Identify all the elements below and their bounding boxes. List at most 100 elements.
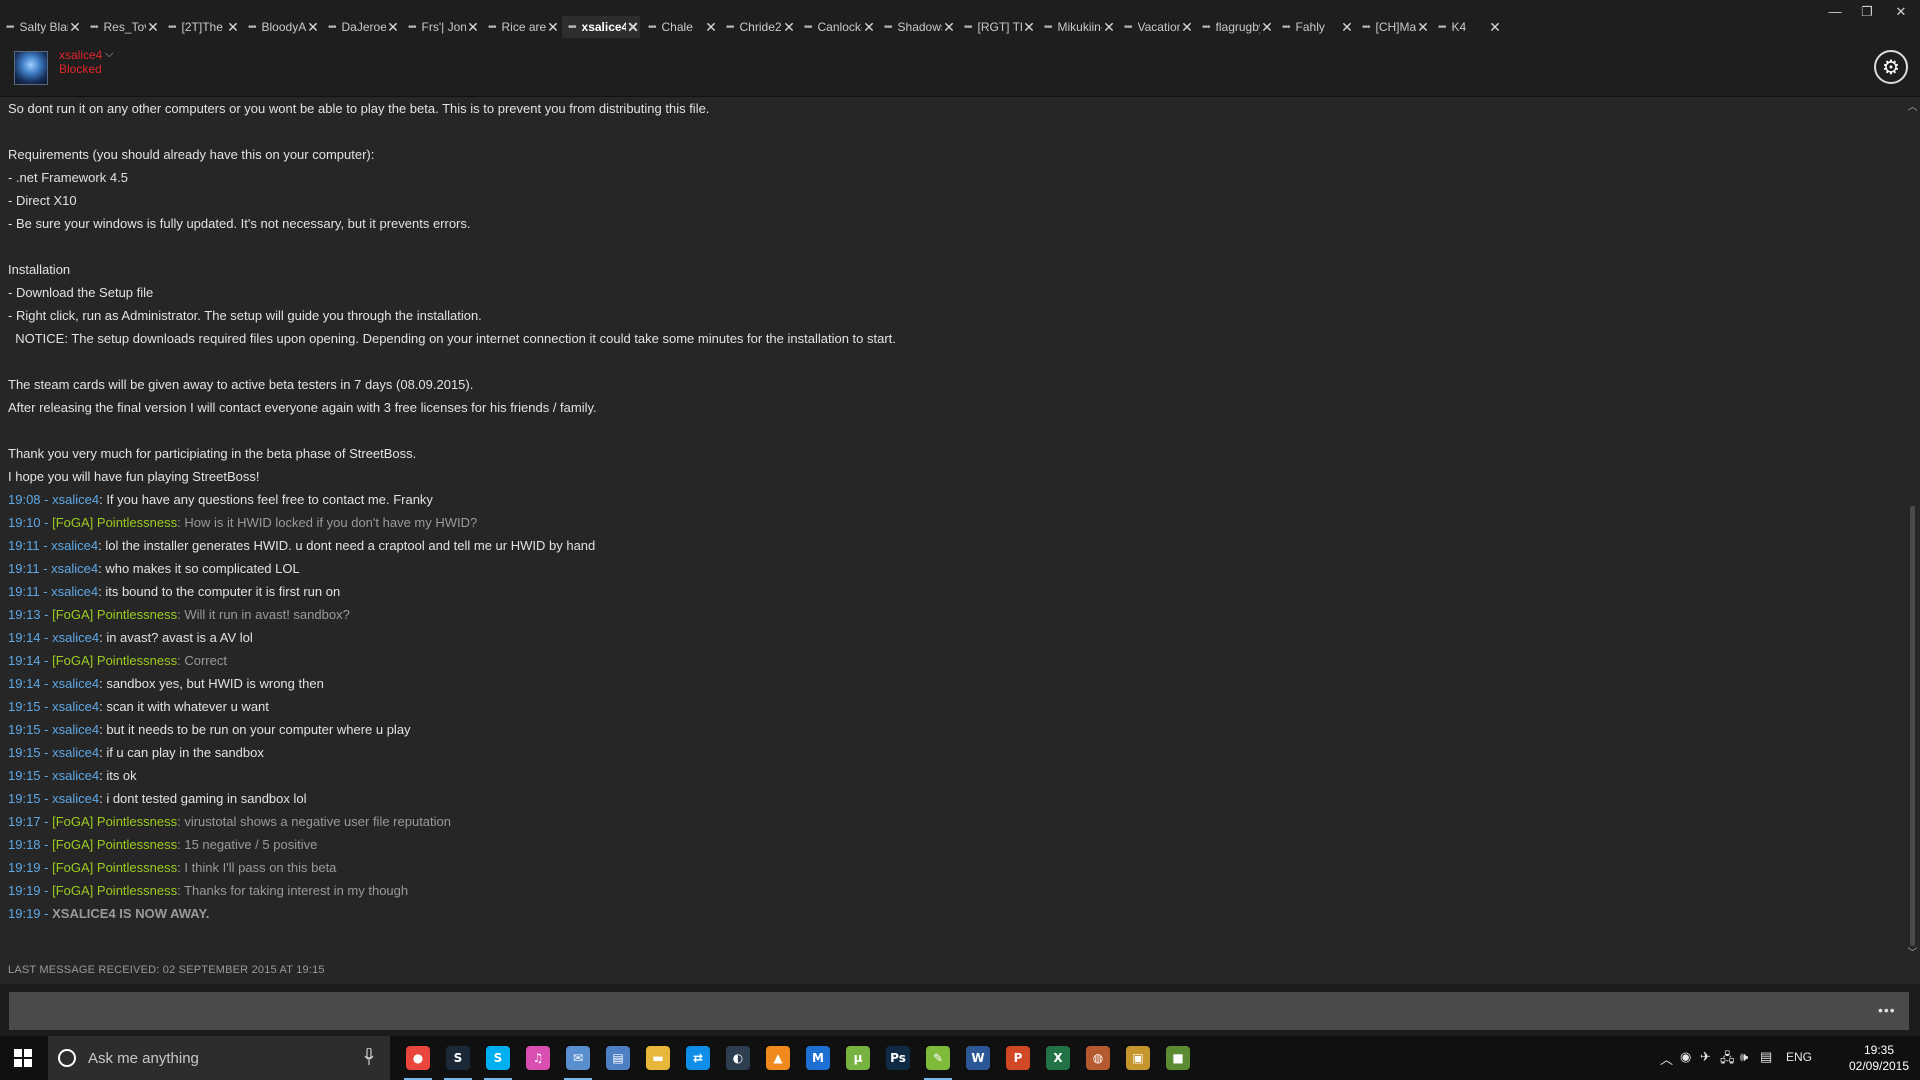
volume-icon[interactable]: 🕪: [1740, 1049, 1748, 1065]
taskbar-app-button[interactable]: ▲: [760, 1040, 796, 1076]
tab-item[interactable]: ••• Rice are N...✕: [482, 16, 560, 38]
tab-close-icon[interactable]: ✕: [1488, 19, 1502, 36]
settings-button[interactable]: ⚙: [1874, 50, 1908, 84]
tab-item[interactable]: ••• [RGT] The...✕: [958, 16, 1036, 38]
taskbar-app-button[interactable]: M: [800, 1040, 836, 1076]
steam-tray-icon[interactable]: ◉: [1680, 1049, 1691, 1065]
message-sender[interactable]: xsalice4: [52, 699, 99, 714]
close-window-button[interactable]: ✕: [1886, 4, 1916, 20]
message-sender[interactable]: xsalice4: [52, 722, 99, 737]
tab-menu-icon[interactable]: •••: [884, 22, 892, 33]
tab-item[interactable]: ••• ShadowsF...✕: [878, 16, 956, 38]
tray-app-icon[interactable]: ✈: [1700, 1049, 1711, 1065]
tab-menu-icon[interactable]: •••: [90, 22, 98, 33]
tab-item[interactable]: ••• Salty Blank✕: [0, 16, 82, 38]
show-hidden-icons[interactable]: ︿: [1660, 1049, 1673, 1068]
taskbar-app-button[interactable]: ✎: [920, 1040, 956, 1080]
microphone-icon[interactable]: [364, 1048, 374, 1066]
scroll-down-icon[interactable]: ﹀: [1905, 944, 1920, 959]
tab-close-icon[interactable]: ✕: [1260, 19, 1274, 36]
taskbar-app-button[interactable]: ⇄: [680, 1040, 716, 1076]
tab-menu-icon[interactable]: •••: [1124, 22, 1132, 33]
language-indicator[interactable]: ENG: [1786, 1050, 1812, 1064]
tab-item[interactable]: ••• Res_Tove✕: [84, 16, 160, 38]
message-sender[interactable]: xsalice4: [51, 584, 98, 599]
taskbar-app-button[interactable]: ●: [400, 1040, 436, 1080]
tab-menu-icon[interactable]: •••: [1282, 22, 1290, 33]
message-sender[interactable]: xsalice4: [52, 492, 99, 507]
message-sender[interactable]: xsalice4: [52, 745, 99, 760]
taskbar-app-button[interactable]: ▣: [1120, 1040, 1156, 1076]
tab-menu-icon[interactable]: •••: [488, 22, 496, 33]
tab-close-icon[interactable]: ✕: [1022, 19, 1036, 36]
message-sender[interactable]: [FoGA] Pointlessness: [52, 515, 177, 530]
tab-menu-icon[interactable]: •••: [248, 22, 256, 33]
scroll-thumb[interactable]: [1910, 506, 1915, 946]
message-sender[interactable]: [FoGA] Pointlessness: [52, 607, 177, 622]
tab-menu-icon[interactable]: •••: [726, 22, 734, 33]
tab-close-icon[interactable]: ✕: [68, 19, 82, 36]
message-sender[interactable]: [FoGA] Pointlessness: [52, 883, 177, 898]
tab-menu-icon[interactable]: •••: [408, 22, 416, 33]
taskbar-app-button[interactable]: Ps: [880, 1040, 916, 1076]
profile-username[interactable]: xsalice4: [59, 48, 102, 62]
tab-menu-icon[interactable]: •••: [6, 22, 14, 33]
more-options-icon[interactable]: •••: [1878, 1002, 1896, 1018]
search-box[interactable]: Ask me anything: [48, 1036, 390, 1080]
tab-menu-icon[interactable]: •••: [1438, 22, 1446, 33]
tab-item[interactable]: ••• [CH]Manu✕: [1356, 16, 1430, 38]
restore-button[interactable]: ❐: [1852, 4, 1882, 20]
notifications-icon[interactable]: ▤: [1760, 1049, 1772, 1065]
tab-close-icon[interactable]: ✕: [306, 19, 320, 36]
tab-item[interactable]: ••• K4 ✕: [1432, 16, 1502, 38]
tab-close-icon[interactable]: ✕: [626, 19, 640, 36]
tab-item[interactable]: ••• Fahly ✕: [1276, 16, 1354, 38]
taskbar-app-button[interactable]: ▤: [600, 1040, 636, 1076]
taskbar-app-button[interactable]: µ: [840, 1040, 876, 1076]
tab-item[interactable]: ••• Frs'| Jonc...✕: [402, 16, 480, 38]
message-sender[interactable]: xsalice4: [52, 676, 99, 691]
tab-close-icon[interactable]: ✕: [704, 19, 718, 36]
tab-menu-icon[interactable]: •••: [568, 22, 576, 33]
taskbar-app-button[interactable]: X: [1040, 1040, 1076, 1076]
tab-close-icon[interactable]: ✕: [546, 19, 560, 36]
tab-item[interactable]: ••• Canlock-T...✕: [798, 16, 876, 38]
tab-menu-icon[interactable]: •••: [168, 22, 176, 33]
tab-item[interactable]: ••• [2T]The D...✕: [162, 16, 240, 38]
message-sender[interactable]: xsalice4: [51, 538, 98, 553]
tab-menu-icon[interactable]: •••: [328, 22, 336, 33]
tab-item[interactable]: ••• Chride2k8...✕: [720, 16, 796, 38]
tab-close-icon[interactable]: ✕: [1102, 19, 1116, 36]
taskbar-app-button[interactable]: ■: [1160, 1040, 1196, 1076]
message-sender[interactable]: xsalice4: [52, 768, 99, 783]
tab-item[interactable]: ••• Vacation i...✕: [1118, 16, 1194, 38]
message-sender[interactable]: [FoGA] Pointlessness: [52, 837, 177, 852]
taskbar-app-button[interactable]: ◍: [1080, 1040, 1116, 1076]
taskbar-app-button[interactable]: ◐: [720, 1040, 756, 1076]
message-sender[interactable]: xsalice4: [52, 791, 99, 806]
avatar[interactable]: [14, 51, 48, 85]
tab-item[interactable]: ••• BloodyAn...✕: [242, 16, 320, 38]
tab-close-icon[interactable]: ✕: [1416, 19, 1430, 36]
taskbar-app-button[interactable]: ♫: [520, 1040, 556, 1076]
tab-close-icon[interactable]: ✕: [1180, 19, 1194, 36]
tab-menu-icon[interactable]: •••: [804, 22, 812, 33]
tab-item[interactable]: ••• flagrugby ✕: [1196, 16, 1274, 38]
scroll-up-icon[interactable]: ︿: [1905, 98, 1920, 113]
tab-close-icon[interactable]: ✕: [226, 19, 240, 36]
tab-close-icon[interactable]: ✕: [782, 19, 796, 36]
tab-active[interactable]: ••• xsalice4 ✕: [562, 16, 640, 38]
chevron-down-icon[interactable]: ⌵: [105, 48, 113, 61]
taskbar-app-button[interactable]: S: [440, 1040, 476, 1080]
tab-item[interactable]: ••• DaJeroen✕: [322, 16, 400, 38]
taskbar-app-button[interactable]: W: [960, 1040, 996, 1076]
tab-item[interactable]: ••• Chale ✕: [642, 16, 718, 38]
tab-close-icon[interactable]: ✕: [466, 19, 480, 36]
minimize-button[interactable]: —: [1820, 4, 1850, 19]
tab-menu-icon[interactable]: •••: [1044, 22, 1052, 33]
tab-close-icon[interactable]: ✕: [862, 19, 876, 36]
tab-close-icon[interactable]: ✕: [146, 19, 160, 36]
tab-item[interactable]: ••• Mikukiin- ...✕: [1038, 16, 1116, 38]
taskbar-app-button[interactable]: ▬: [640, 1040, 676, 1076]
tab-menu-icon[interactable]: •••: [648, 22, 656, 33]
